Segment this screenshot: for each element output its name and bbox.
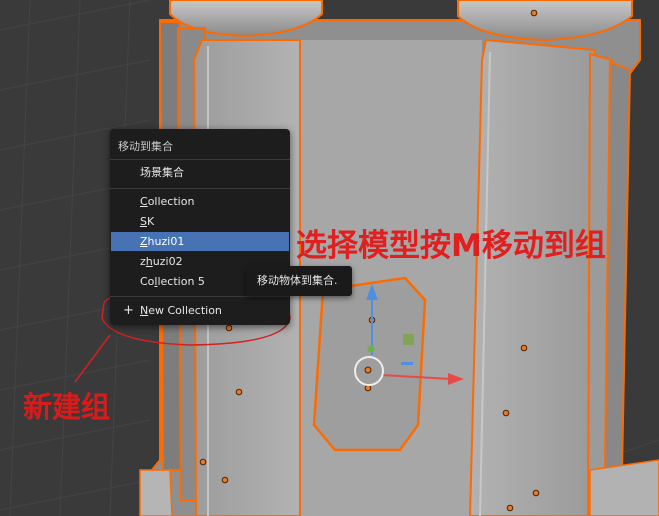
annotation-pointer-line [74,334,111,383]
base-step-left [139,469,173,516]
menu-item-label: Collection [140,195,195,208]
menu-item-zhuzi01[interactable]: Zhuzi01 [111,232,289,251]
tooltip: 移动物体到集合. [246,266,352,296]
base-step-right [589,459,659,516]
menu-title: 移动到集合 [118,140,173,153]
menu-item-label: Zhuzi01 [140,235,185,248]
menu-divider [110,188,290,189]
annotation-main-text: 选择模型按M移动到组 [296,228,606,264]
menu-item-label: New Collection [140,304,222,317]
menu-item-label: 场景集合 [140,166,184,179]
annotation-new-group-text: 新建组 [23,390,111,424]
menu-item-label: SK [140,215,155,228]
menu-item-new-collection[interactable]: + New Collection [111,301,289,320]
menu-item-scene-collection[interactable]: 场景集合 [111,163,289,182]
menu-item-collection[interactable]: Collection [111,192,289,211]
menu-divider [110,296,290,297]
menu-divider [110,159,290,160]
menu-item-label: zhuzi02 [140,255,183,268]
menu-item-sk[interactable]: SK [111,212,289,231]
plus-icon: + [123,303,134,318]
menu-item-label: Collection 5 [140,275,205,288]
pillar-right-2 [603,60,632,471]
